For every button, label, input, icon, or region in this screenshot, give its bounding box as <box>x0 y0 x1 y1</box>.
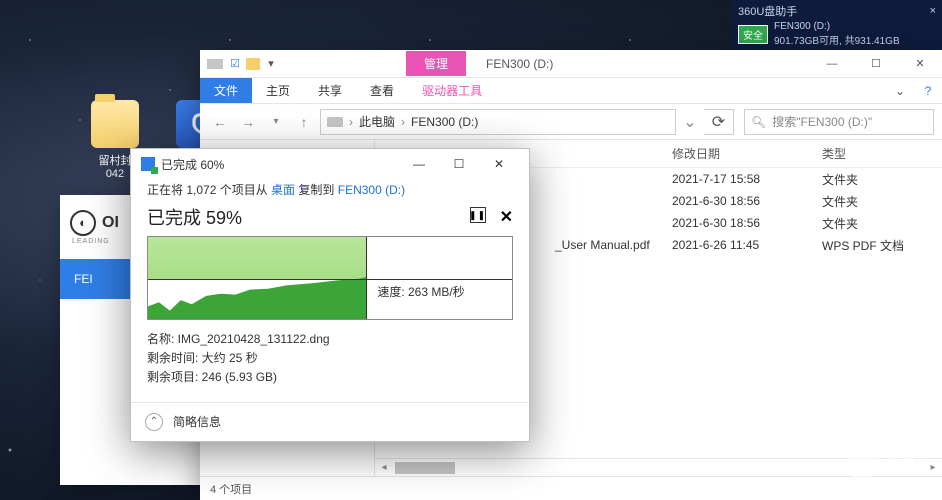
search-input[interactable]: 🔍︎ 搜索"FEN300 (D:)" <box>744 109 934 135</box>
nav-up-button[interactable]: ↑ <box>292 110 316 134</box>
nav-forward-button[interactable]: → <box>236 110 260 134</box>
progress-percent: 已完成 59% <box>147 204 242 230</box>
qat-properties-icon[interactable]: ☑ <box>226 55 244 73</box>
watermark-text: 路由器 <box>888 448 930 468</box>
dialog-titlebar[interactable]: 已完成 60% — ☐ ✕ <box>131 149 529 179</box>
refresh-button[interactable]: ⟳ <box>704 109 734 135</box>
source-link[interactable]: 桌面 <box>271 183 295 197</box>
watermark-sub: luyouqi <box>888 468 930 478</box>
destination-link[interactable]: FEN300 (D:) <box>338 183 405 197</box>
search-icon: 🔍︎ <box>751 115 766 129</box>
speed-chart: 速度: 263 MB/秒 <box>147 236 513 320</box>
usb-capacity-label: 901.73GB可用, 共931.41GB <box>774 32 900 47</box>
maximize-button[interactable]: ☐ <box>854 50 898 78</box>
drive-icon <box>206 55 224 73</box>
ribbon-context-tab[interactable]: 管理 <box>406 51 466 76</box>
ribbon-tab-view[interactable]: 查看 <box>356 78 408 103</box>
copy-details: 名称: IMG_20210428_131122.dng 剩余时间: 大约 25 … <box>131 320 529 402</box>
close-button[interactable]: ✕ <box>898 50 942 78</box>
chart-midline <box>148 279 512 280</box>
speed-label: 速度: 263 MB/秒 <box>377 283 464 300</box>
chevron-right-icon[interactable]: › <box>349 115 353 129</box>
navigation-bar: ← → ▾ ↑ › 此电脑 › FEN300 (D:) ⌄ ⟳ 🔍︎ 搜索"FE… <box>200 104 942 140</box>
breadcrumb-root[interactable]: 此电脑 <box>359 113 395 130</box>
ribbon-tab-drivetools[interactable]: 驱动器工具 <box>408 78 496 103</box>
window-title: FEN300 (D:) <box>486 57 553 71</box>
folder-icon <box>91 100 139 148</box>
column-header-date[interactable]: 修改日期 <box>672 145 822 162</box>
safe-badge: 安全 <box>738 25 768 44</box>
close-button[interactable]: ✕ <box>479 149 519 179</box>
brand-text: OI <box>102 214 119 232</box>
chevron-right-icon[interactable]: › <box>401 115 405 129</box>
router-icon <box>846 446 880 480</box>
status-bar: 4 个项目 <box>200 476 942 500</box>
brand-logo-icon: ◐ <box>70 210 96 236</box>
column-header-type[interactable]: 类型 <box>822 145 942 162</box>
chevron-up-icon[interactable]: ⌃ <box>145 413 163 431</box>
ribbon-tab-file[interactable]: 文件 <box>200 78 252 103</box>
scroll-left-icon[interactable]: ◂ <box>375 462 393 473</box>
copy-description: 正在将 1,072 个项目从 桌面 复制到 FEN300 (D:) <box>131 179 529 200</box>
chart-upper-fill <box>148 237 366 279</box>
drive-icon <box>327 117 343 127</box>
breadcrumb-leaf[interactable]: FEN300 (D:) <box>411 115 478 129</box>
ribbon-expand-icon[interactable]: ⌄ <box>886 78 914 103</box>
ribbon-tab-share[interactable]: 共享 <box>304 78 356 103</box>
pause-button[interactable]: ❚❚ <box>470 207 486 223</box>
toggle-details-label: 简略信息 <box>173 413 221 430</box>
scrollbar-thumb[interactable] <box>395 462 455 474</box>
address-dropdown-icon[interactable]: ⌄ <box>680 112 700 132</box>
address-bar[interactable]: › 此电脑 › FEN300 (D:) <box>320 109 676 135</box>
status-item-count: 4 个项目 <box>210 481 252 497</box>
watermark: 路由器 luyouqi <box>846 446 930 480</box>
current-file-name: IMG_20210428_131122.dng <box>178 332 330 346</box>
usb-drive-label: FEN300 (D:) <box>774 21 900 32</box>
minimize-button[interactable]: — <box>810 50 854 78</box>
copy-icon <box>141 157 155 171</box>
minimize-button[interactable]: — <box>399 149 439 179</box>
close-icon[interactable]: × <box>930 5 936 17</box>
maximize-button[interactable]: ☐ <box>439 149 479 179</box>
dialog-title: 已完成 60% <box>161 156 224 173</box>
usb-helper-panel: 360U盘助手 × 安全 FEN300 (D:) 901.73GB可用, 共93… <box>732 0 942 50</box>
qat-overflow-icon[interactable]: ▾ <box>262 55 280 73</box>
ribbon-tab-home[interactable]: 主页 <box>252 78 304 103</box>
usb-helper-title: 360U盘助手 <box>738 3 797 19</box>
copy-progress-dialog[interactable]: 已完成 60% — ☐ ✕ 正在将 1,072 个项目从 桌面 复制到 FEN3… <box>130 148 530 442</box>
chart-progress-marker <box>366 237 367 319</box>
nav-history-button[interactable]: ▾ <box>264 110 288 134</box>
dialog-footer[interactable]: ⌃ 简略信息 <box>131 402 529 441</box>
ribbon-tabs: 文件 主页 共享 查看 驱动器工具 ⌄ ? <box>200 78 942 104</box>
time-remaining: 大约 25 秒 <box>202 351 258 365</box>
nav-back-button[interactable]: ← <box>208 110 232 134</box>
items-remaining: 246 (5.93 GB) <box>202 370 277 384</box>
titlebar[interactable]: ☑ ▾ 管理 FEN300 (D:) — ☐ ✕ <box>200 50 942 78</box>
qat-newfolder-icon[interactable] <box>246 58 260 70</box>
help-icon[interactable]: ? <box>914 78 942 103</box>
cancel-button[interactable]: ✕ <box>500 207 513 227</box>
search-placeholder: 搜索"FEN300 (D:)" <box>772 113 872 130</box>
